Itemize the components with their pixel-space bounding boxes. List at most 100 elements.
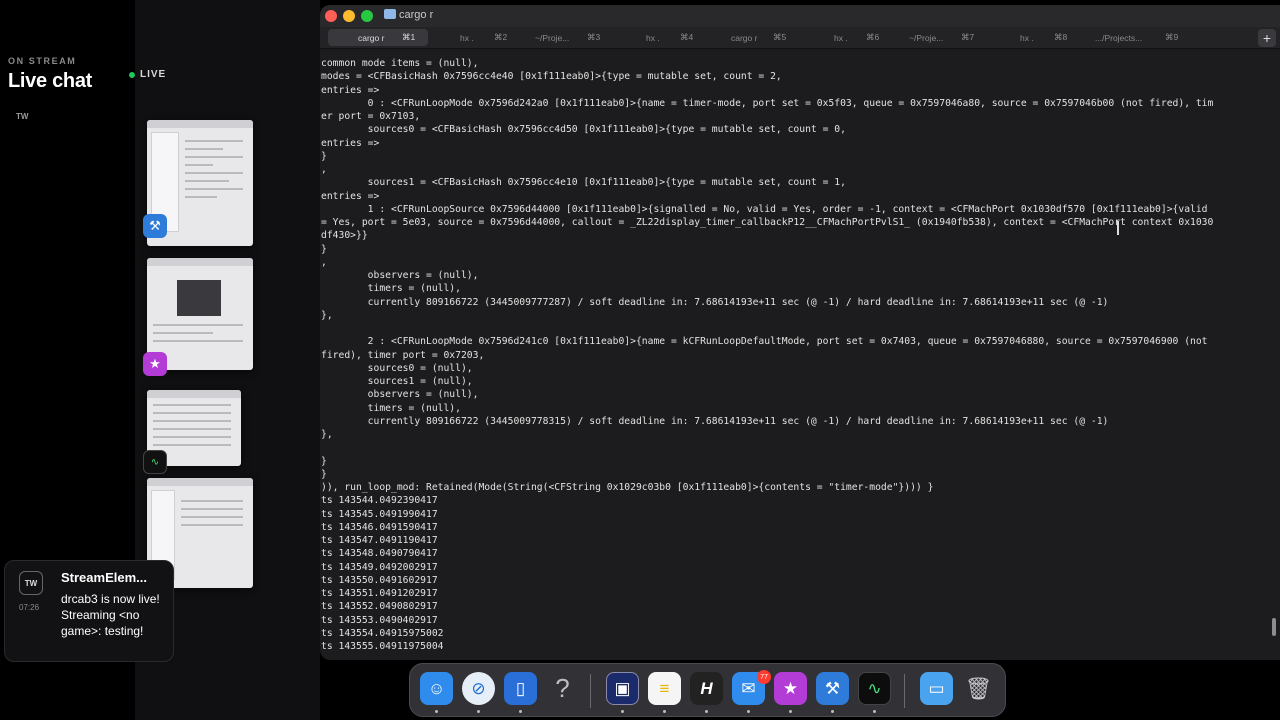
terminal-line: observers = (null), [321, 389, 479, 401]
terminal-line: } [321, 455, 327, 467]
terminal-line: ts 143544.0492390417 [321, 495, 438, 507]
terminal-line: observers = (null), [321, 270, 479, 281]
tab-label: ~/Proje... [535, 32, 570, 43]
tab-label: cargo r [358, 32, 385, 43]
tab-shortcut: ⌘7 [961, 32, 975, 42]
terminal-line: ts 143548.0490790417 [321, 548, 438, 560]
xcode-icon[interactable]: ⚒ [816, 672, 849, 705]
scrollbar-thumb[interactable] [1272, 618, 1276, 636]
activity-monitor-icon[interactable]: ∿ [858, 672, 891, 705]
terminal-line: ts 143547.0491190417 [321, 535, 438, 546]
terminal-line: ts 143545.0491990417 [321, 508, 438, 520]
live-label: LIVE [140, 69, 167, 80]
tab-label: hx . [834, 32, 848, 43]
tab-3[interactable]: ~/Proje... ⌘3 [525, 29, 618, 46]
text-cursor-icon [1117, 221, 1119, 235]
terminal-line: ts 143555.04911975004 [321, 641, 444, 652]
on-stream-label: ON STREAM [8, 56, 77, 66]
terminal-line: entries => [321, 84, 380, 96]
dock: ☺ ⊘ ▯ ? ▣ ≡ H ✉ ★ ⚒ ∿ ▭ 🗑 [409, 663, 1006, 717]
tab-shortcut: ⌘8 [1054, 32, 1068, 42]
tab-8[interactable]: hx . ⌘8 [1000, 29, 1093, 46]
terminal-line: ts 143552.0490802917 [321, 601, 438, 613]
maximize-button[interactable] [361, 10, 373, 22]
terminal-line: df430>}} [321, 230, 368, 242]
live-indicator: LIVE [129, 69, 166, 80]
minimize-button[interactable] [343, 10, 355, 22]
terminal-line: sources1 = (null), [321, 376, 473, 387]
terminal-line: er port = 0x7103, [321, 111, 421, 122]
folder-icon [384, 9, 396, 19]
tab-9[interactable]: .../Projects... ⌘9 [1095, 29, 1188, 46]
terminal-line: ts 143550.0491602917 [321, 574, 438, 586]
terminal-line: 1 : <CFRunLoopSource 0x7596d44000 [0x1f1… [321, 203, 1208, 215]
terminal-line: ts 143549.0492002917 [321, 561, 438, 573]
tab-shortcut: ⌘2 [494, 32, 508, 42]
tab-label: ~/Proje... [909, 32, 944, 43]
hx-icon[interactable]: H [690, 672, 723, 705]
tab-5[interactable]: cargo r ⌘5 [715, 29, 808, 46]
safari-icon[interactable]: ⊘ [462, 672, 495, 705]
notes-icon[interactable]: ≡ [648, 672, 681, 705]
live-chat-title: Live chat [8, 70, 92, 92]
terminal-line: currently 809166722 (3445009778315) / so… [321, 415, 1109, 427]
twitch-label: TW [16, 112, 29, 121]
files-icon[interactable]: ▯ [504, 672, 537, 705]
notification-time: 07:26 [19, 603, 40, 612]
mail-badge: 77 [757, 670, 771, 684]
terminal-line: }, [321, 429, 333, 440]
tab-shortcut: ⌘5 [773, 32, 787, 42]
finder-icon[interactable]: ☺ [420, 672, 453, 705]
terminal-line: sources1 = <CFBasicHash 0x7596cc4e10 [0x… [321, 177, 846, 189]
tab-shortcut: ⌘3 [587, 32, 601, 42]
terminal-line: } [321, 243, 327, 255]
tab-1[interactable]: cargo r ⌘1 [328, 29, 428, 46]
star-app-icon[interactable]: ★ [774, 672, 807, 705]
folder-icon[interactable]: ▭ [920, 672, 953, 705]
terminal-line: } [321, 150, 327, 162]
terminal-line: } [321, 468, 327, 480]
tab-label: cargo r [731, 32, 758, 43]
xcode-beta-icon: ⚒ [143, 214, 167, 238]
terminal-line: 2 : <CFRunLoopMode 0x7596d241c0 [0x1f111… [321, 336, 1208, 348]
tab-6[interactable]: hx . ⌘6 [810, 29, 903, 46]
terminal-window[interactable]: cargo r cargo r ⌘1 hx . ⌘2 ~/Proje... ⌘3… [320, 5, 1280, 660]
terminal-line: ts 143546.0491590417 [321, 521, 438, 533]
terminal-line: 0 : <CFRunLoopMode 0x7596d242a0 [0x1f111… [321, 97, 1214, 109]
tab-2[interactable]: hx . ⌘2 [430, 29, 523, 46]
tab-4[interactable]: hx . ⌘4 [620, 29, 713, 46]
tab-shortcut: ⌘4 [680, 32, 694, 42]
stream-notification[interactable]: TW 07:26 StreamElem... drcab3 is now liv… [4, 560, 174, 662]
terminal-line: , [321, 164, 327, 175]
title-bar[interactable]: cargo r [320, 5, 1280, 27]
terminal-line: ts 143554.04915975002 [321, 627, 444, 639]
close-button[interactable] [325, 10, 337, 22]
terminal-icon[interactable]: ▣ [606, 672, 639, 705]
terminal-line: ts 143551.0491202917 [321, 588, 438, 599]
terminal-line: }, [321, 309, 333, 321]
tab-label: hx . [1020, 32, 1034, 43]
tab-shortcut: ⌘9 [1165, 32, 1179, 42]
help-icon[interactable]: ? [546, 672, 579, 705]
star-app-icon: ★ [143, 352, 167, 376]
tab-shortcut: ⌘1 [402, 32, 416, 42]
terminal-line: currently 809166722 (3445009777287) / so… [321, 296, 1109, 308]
tab-label: .../Projects... [1095, 32, 1143, 43]
terminal-output[interactable]: common mode items = (null), modes = <CFBa… [321, 57, 1277, 657]
tab-7[interactable]: ~/Proje... ⌘7 [905, 29, 998, 46]
tab-bar: cargo r ⌘1 hx . ⌘2 ~/Proje... ⌘3 hx . ⌘4… [320, 27, 1280, 49]
terminal-line: sources0 = (null), [321, 362, 473, 374]
terminal-line: , [321, 256, 327, 268]
terminal-line: ts 143553.0490402917 [321, 614, 438, 626]
trash-icon[interactable]: 🗑 [962, 672, 995, 705]
terminal-line: common mode items = (null), [321, 58, 479, 69]
terminal-line: timers = (null), [321, 402, 461, 414]
new-tab-button[interactable]: + [1258, 29, 1276, 47]
notification-title: StreamElem... [61, 570, 147, 585]
terminal-line: entries => [321, 137, 380, 149]
terminal-line: = Yes, port = 5e03, source = 0x7596d4400… [321, 217, 1214, 228]
activity-monitor-icon: ∿ [143, 450, 167, 474]
terminal-line: sources0 = <CFBasicHash 0x7596cc4d50 [0x… [321, 124, 846, 136]
